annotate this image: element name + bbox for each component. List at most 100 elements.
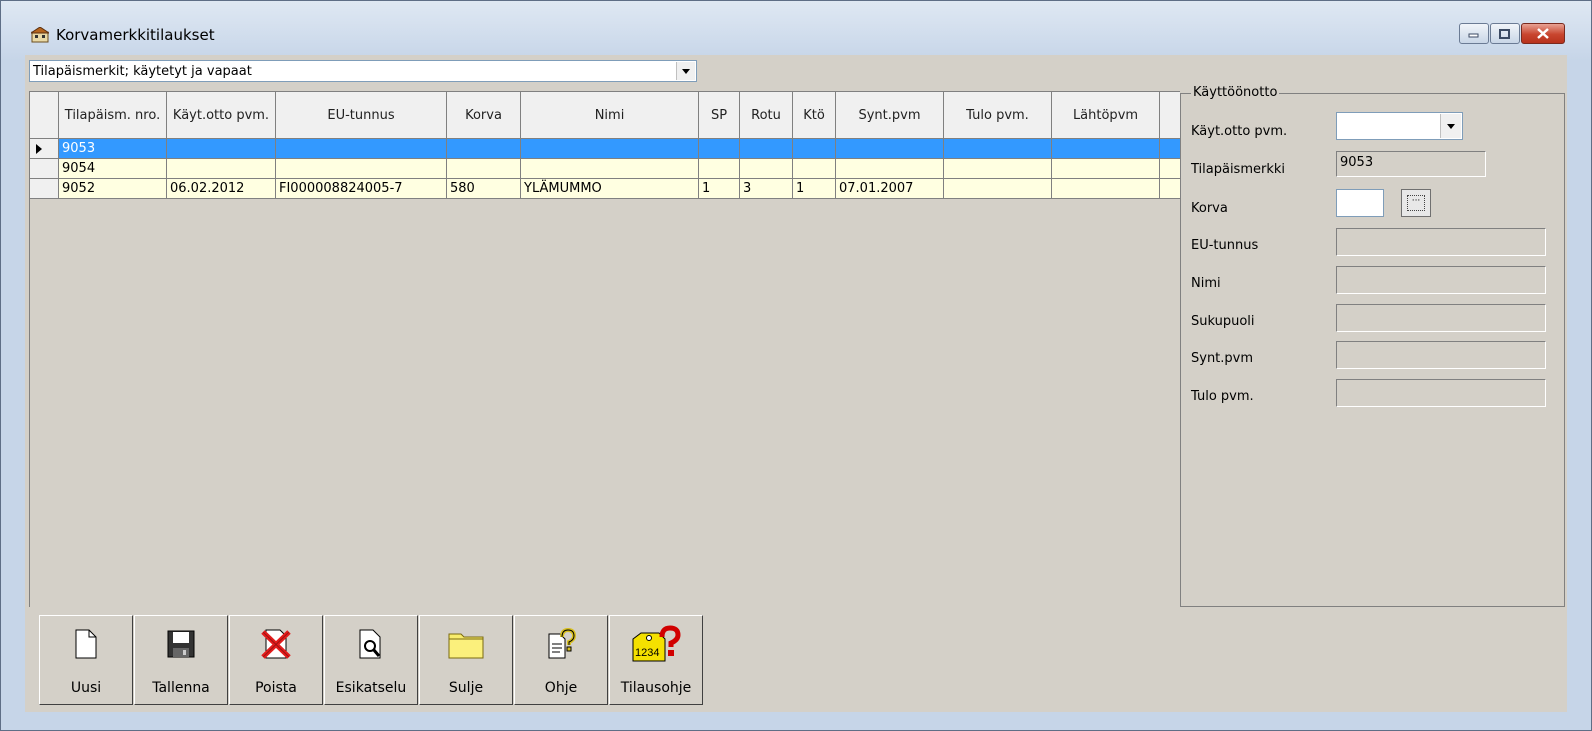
table-cell[interactable] <box>740 139 793 159</box>
eu-tunnus-field <box>1336 228 1546 256</box>
table-cell[interactable] <box>699 159 740 179</box>
table-cell-filler <box>1160 159 1180 179</box>
table-cell[interactable] <box>836 159 944 179</box>
esikatselu-button[interactable]: Esikatselu <box>324 615 418 705</box>
table-cell[interactable]: 9054 <box>59 159 167 179</box>
column-header-tilapaism[interactable]: Tilapäism. nro. <box>59 92 167 138</box>
row-indicator <box>30 139 59 159</box>
column-header-nimi[interactable]: Nimi <box>521 92 699 138</box>
sulje-button[interactable]: Sulje <box>419 615 513 705</box>
column-header-korva[interactable]: Korva <box>447 92 521 138</box>
minimize-icon <box>1468 33 1479 37</box>
table-cell[interactable] <box>699 139 740 159</box>
sulje-label: Sulje <box>448 680 484 696</box>
help-icon <box>543 626 579 662</box>
tallenna-button[interactable]: Tallenna <box>134 615 228 705</box>
app-window: Korvamerkkitilaukset Tilapäismerkit; käy… <box>0 0 1592 731</box>
bottom-toolbar: Uusi Tallenna Poista Esikatselu Sulje Oh… <box>39 615 704 705</box>
table-cell[interactable] <box>1052 179 1160 199</box>
table-row[interactable]: 9052 06.02.2012 FI000008824005-7 580 YLÄ… <box>30 179 1180 199</box>
maximize-button[interactable] <box>1490 23 1520 44</box>
table-cell[interactable]: 580 <box>447 179 521 199</box>
poista-label: Poista <box>255 680 297 696</box>
table-cell[interactable] <box>1052 159 1160 179</box>
poista-button[interactable]: Poista <box>229 615 323 705</box>
filter-dropdown-value: Tilapäismerkit; käytetyt ja vapaat <box>33 64 252 79</box>
tilausohje-icon-text: 1234 <box>635 647 659 659</box>
uusi-button[interactable]: Uusi <box>39 615 133 705</box>
window-title: Korvamerkkitilaukset <box>56 26 215 44</box>
title-bar[interactable]: Korvamerkkitilaukset <box>1 1 1591 55</box>
kaytto-pvm-dropdown[interactable] <box>1336 112 1463 140</box>
column-header-tulo-pvm[interactable]: Tulo pvm. <box>944 92 1052 138</box>
column-header-kaytto-pvm[interactable]: Käyt.otto pvm. <box>167 92 276 138</box>
table-cell[interactable] <box>276 139 447 159</box>
table-cell[interactable] <box>447 139 521 159</box>
maximize-icon <box>1499 28 1510 39</box>
table-cell[interactable] <box>793 159 836 179</box>
synt-pvm-label: Synt.pvm <box>1191 351 1254 366</box>
tilapaismerkki-field: 9053 <box>1336 151 1486 177</box>
table-cell[interactable]: 07.01.2007 <box>836 179 944 199</box>
table-row[interactable]: 9054 <box>30 159 1180 179</box>
table-cell[interactable] <box>521 139 699 159</box>
filter-dropdown[interactable]: Tilapäismerkit; käytetyt ja vapaat <box>29 60 697 82</box>
table-cell[interactable] <box>167 159 276 179</box>
table-cell[interactable]: YLÄMUMMO <box>521 179 699 199</box>
table-cell[interactable]: FI000008824005-7 <box>276 179 447 199</box>
kaytto-pvm-label: Käyt.otto pvm. <box>1191 124 1288 139</box>
window-controls <box>1458 23 1565 44</box>
tilapaismerkki-label: Tilapäismerkki <box>1191 162 1286 177</box>
table-cell[interactable] <box>793 139 836 159</box>
eu-tunnus-label: EU-tunnus <box>1191 238 1259 253</box>
ellipsis-icon: ··· <box>1407 195 1425 211</box>
tulo-pvm-label: Tulo pvm. <box>1191 389 1254 404</box>
table-cell[interactable]: 9052 <box>59 179 167 199</box>
table-cell[interactable] <box>521 159 699 179</box>
korva-browse-button[interactable]: ··· <box>1401 189 1431 217</box>
sukupuoli-field <box>1336 304 1546 332</box>
save-icon <box>163 626 199 662</box>
table-cell[interactable] <box>1052 139 1160 159</box>
table-row[interactable]: 9053 <box>30 139 1180 159</box>
table-cell[interactable] <box>740 159 793 179</box>
korva-input[interactable] <box>1336 189 1384 217</box>
column-header-kto[interactable]: Ktö <box>793 92 836 138</box>
data-grid[interactable]: Tilapäism. nro. Käyt.otto pvm. EU-tunnus… <box>29 91 1180 607</box>
esikatselu-label: Esikatselu <box>335 680 407 696</box>
kaytto-pvm-dropdown-button[interactable] <box>1440 114 1461 138</box>
tilausohje-button[interactable]: 1234 Tilausohje <box>609 615 703 705</box>
table-cell[interactable] <box>944 139 1052 159</box>
row-indicator <box>30 179 59 199</box>
close-button[interactable] <box>1521 23 1565 44</box>
column-header-sp[interactable]: SP <box>699 92 740 138</box>
table-cell[interactable] <box>276 159 447 179</box>
korva-label: Korva <box>1191 201 1228 216</box>
print-preview-icon <box>353 626 389 662</box>
nimi-label: Nimi <box>1191 276 1221 291</box>
column-header-synt-pvm[interactable]: Synt.pvm <box>836 92 944 138</box>
table-cell[interactable]: 3 <box>740 179 793 199</box>
table-cell[interactable] <box>944 159 1052 179</box>
panel-title: Käyttöönotto <box>1191 85 1280 100</box>
grid-header: Tilapäism. nro. Käyt.otto pvm. EU-tunnus… <box>30 92 1180 139</box>
filter-dropdown-button[interactable] <box>676 62 695 80</box>
ohje-label: Ohje <box>544 680 578 696</box>
table-cell[interactable]: 9053 <box>59 139 167 159</box>
ohje-button[interactable]: Ohje <box>514 615 608 705</box>
table-cell[interactable] <box>836 139 944 159</box>
table-cell[interactable] <box>447 159 521 179</box>
table-cell-filler <box>1160 179 1180 199</box>
delete-icon <box>258 626 294 662</box>
minimize-button[interactable] <box>1459 23 1489 44</box>
nimi-field <box>1336 266 1546 294</box>
column-header-eu-tunnus[interactable]: EU-tunnus <box>276 92 447 138</box>
table-cell[interactable]: 1 <box>699 179 740 199</box>
table-cell[interactable]: 06.02.2012 <box>167 179 276 199</box>
chevron-down-icon <box>682 68 690 74</box>
column-header-rotu[interactable]: Rotu <box>740 92 793 138</box>
table-cell[interactable] <box>944 179 1052 199</box>
table-cell[interactable]: 1 <box>793 179 836 199</box>
column-header-lahtopvm[interactable]: Lähtöpvm <box>1052 92 1160 138</box>
table-cell[interactable] <box>167 139 276 159</box>
